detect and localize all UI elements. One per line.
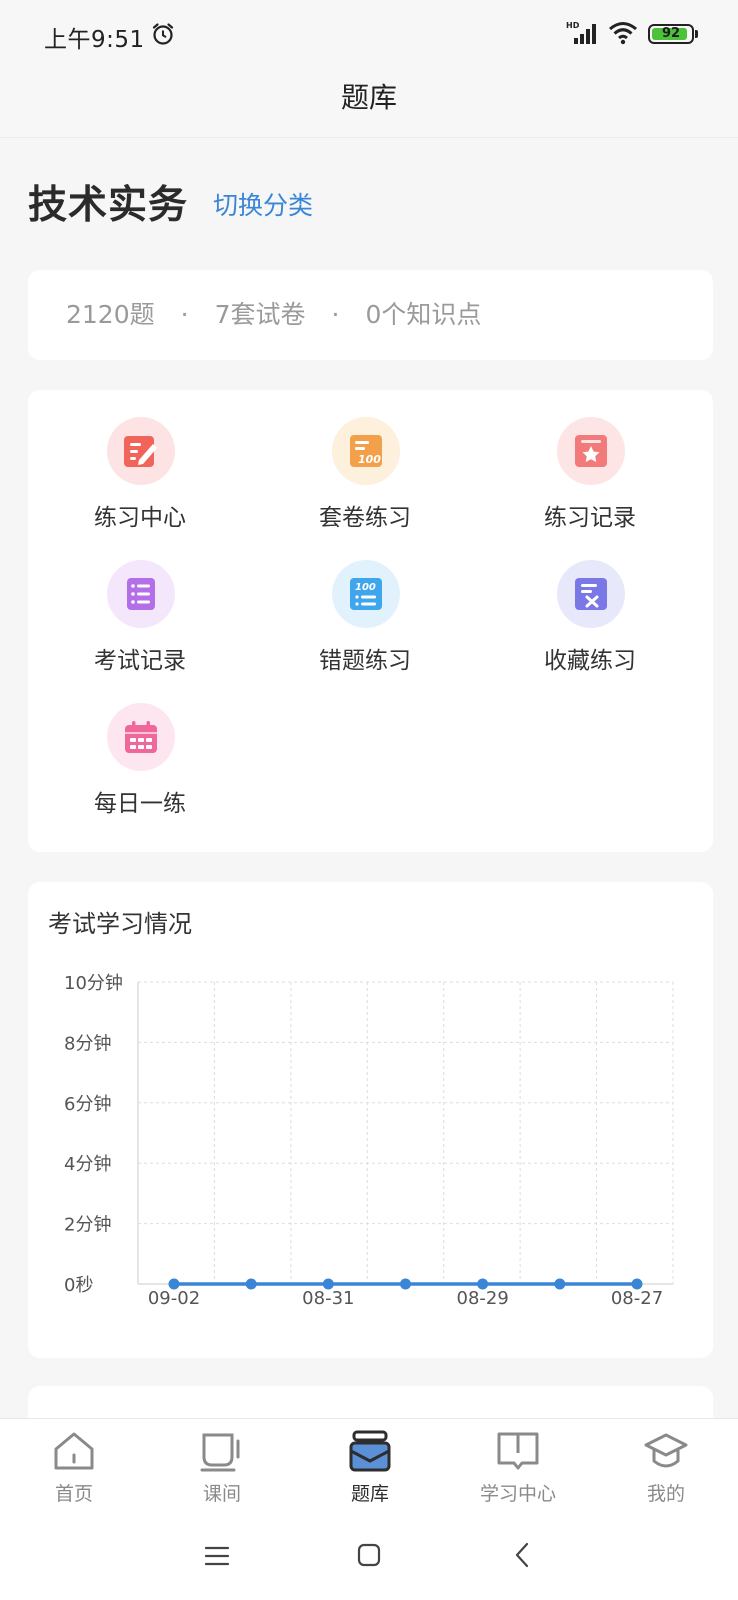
tab-label: 课间 [202, 1483, 241, 1505]
chart-y-tick-label: 10分钟 [64, 973, 123, 994]
wifi-icon [609, 22, 637, 45]
tab-label: 题库 [350, 1483, 389, 1505]
menu-item-label: 练习中心 [94, 505, 186, 531]
svg-text:HD: HD [566, 21, 580, 30]
tab-label: 首页 [54, 1483, 93, 1505]
score-100-glyph: 100 [350, 435, 382, 467]
tab-home[interactable]: 首页 [0, 1419, 148, 1513]
status-bar: 上午9:51 HD 92 [0, 0, 738, 70]
menu-item-favorites[interactable]: 收藏练习 [500, 533, 680, 674]
feature-menu-card: 练习中心 100 套卷练习 练习记录 考试记录 100 错题练习 收藏练习 每日… [28, 390, 713, 852]
score-list-glyph: 100 [350, 578, 382, 610]
menu-item-label: 套卷练习 [319, 505, 411, 531]
cup-icon [200, 1433, 240, 1472]
switch-category-link[interactable]: 切换分类 [213, 186, 313, 222]
edit-note-icon [107, 417, 175, 485]
status-time: 上午9:51 [44, 27, 145, 53]
chart-x-tick-label: 09-02 [148, 1288, 200, 1309]
wrong-doc-icon [557, 560, 625, 628]
paper-count: 7套试卷 [214, 300, 306, 329]
menu-item-daily-practice[interactable]: 每日一练 [50, 676, 230, 817]
bottom-tab-bar: 首页 课间 题库 学习中心 我的 [0, 1418, 738, 1512]
chart-x-tick-label: 08-27 [611, 1288, 663, 1309]
star-doc-icon [557, 417, 625, 485]
edit-note-glyph [124, 436, 157, 467]
tab-question-bank[interactable]: 题库 [296, 1419, 444, 1513]
back-nav-icon[interactable] [514, 1542, 530, 1568]
chart-data-point [400, 1278, 411, 1290]
menu-item-label: 错题练习 [319, 648, 411, 674]
star-doc-glyph [575, 435, 607, 467]
chart-y-tick-label: 2分钟 [64, 1215, 111, 1236]
chart-data-point [554, 1278, 566, 1290]
calendar-glyph [125, 721, 157, 753]
question-count: 2120题 [66, 300, 155, 329]
svg-text:100: 100 [358, 453, 381, 466]
graduation-cap-icon [644, 1433, 688, 1468]
stats-row: 2120题 · 7套试卷 · 0个知识点 [66, 270, 481, 360]
stats-card: 2120题 · 7套试卷 · 0个知识点 [28, 270, 713, 360]
home-icon [54, 1432, 94, 1470]
chart-data-point [245, 1278, 257, 1290]
page-title: 题库 [340, 81, 397, 114]
tab-study-center[interactable]: 学习中心 [444, 1419, 592, 1513]
battery-level: 92 [661, 26, 681, 41]
menu-item-label: 考试记录 [94, 648, 186, 674]
stats-separator: · [180, 300, 189, 329]
menu-item-wrong-questions[interactable]: 100 错题练习 [275, 533, 455, 674]
score-list-icon: 100 [332, 560, 400, 628]
system-navigation-bar [0, 1512, 738, 1600]
menu-item-exam-records[interactable]: 考试记录 [50, 533, 230, 674]
menu-item-practice-records[interactable]: 练习记录 [500, 390, 680, 531]
wrong-doc-glyph [575, 578, 607, 610]
study-chart-card: 考试学习情况 0秒 2分钟 4分钟 6分钟 8分钟 10分钟 09-02 08-31 08-29… [28, 882, 713, 1358]
battery-indicator: 92 [648, 24, 698, 44]
chart-y-tick-label: 4分钟 [64, 1154, 111, 1175]
score-100-icon: 100 [332, 417, 400, 485]
chart-x-tick-label: 08-29 [457, 1288, 509, 1309]
question-bank-icon [349, 1430, 391, 1472]
header: 题库 [0, 70, 738, 138]
signal-icon: HD [566, 21, 596, 44]
chart-y-tick-label: 8分钟 [64, 1033, 111, 1054]
stats-separator: · [331, 300, 340, 329]
calendar-icon [107, 703, 175, 771]
menu-item-label: 每日一练 [94, 791, 186, 817]
knowledge-point-count: 0个知识点 [365, 300, 482, 329]
chart-x-tick-label: 08-31 [302, 1288, 354, 1309]
menu-item-paper-practice[interactable]: 100 套卷练习 [275, 390, 455, 531]
menu-item-practice-center[interactable]: 练习中心 [50, 390, 230, 531]
list-doc-glyph [127, 578, 155, 610]
menu-item-label: 练习记录 [544, 505, 636, 531]
chart-y-tick-label: 6分钟 [64, 1094, 111, 1115]
book-icon [497, 1432, 539, 1470]
menu-nav-icon[interactable] [204, 1545, 230, 1567]
tab-label: 学习中心 [479, 1483, 556, 1505]
menu-item-label: 收藏练习 [544, 648, 636, 674]
alarm-icon [152, 23, 174, 45]
tab-label: 我的 [646, 1483, 685, 1505]
list-doc-icon [107, 560, 175, 628]
tab-break[interactable]: 课间 [148, 1419, 296, 1513]
tab-mine[interactable]: 我的 [592, 1419, 738, 1513]
battery-nub [695, 30, 698, 38]
subject-title: 技术实务 [28, 183, 189, 228]
svg-text:100: 100 [355, 582, 376, 593]
chart-y-tick-label: 0秒 [64, 1275, 93, 1296]
home-nav-icon[interactable] [357, 1543, 381, 1567]
study-line-chart: 0秒 2分钟 4分钟 6分钟 8分钟 10分钟 09-02 08-31 08-29 08-27 [64, 973, 674, 1309]
